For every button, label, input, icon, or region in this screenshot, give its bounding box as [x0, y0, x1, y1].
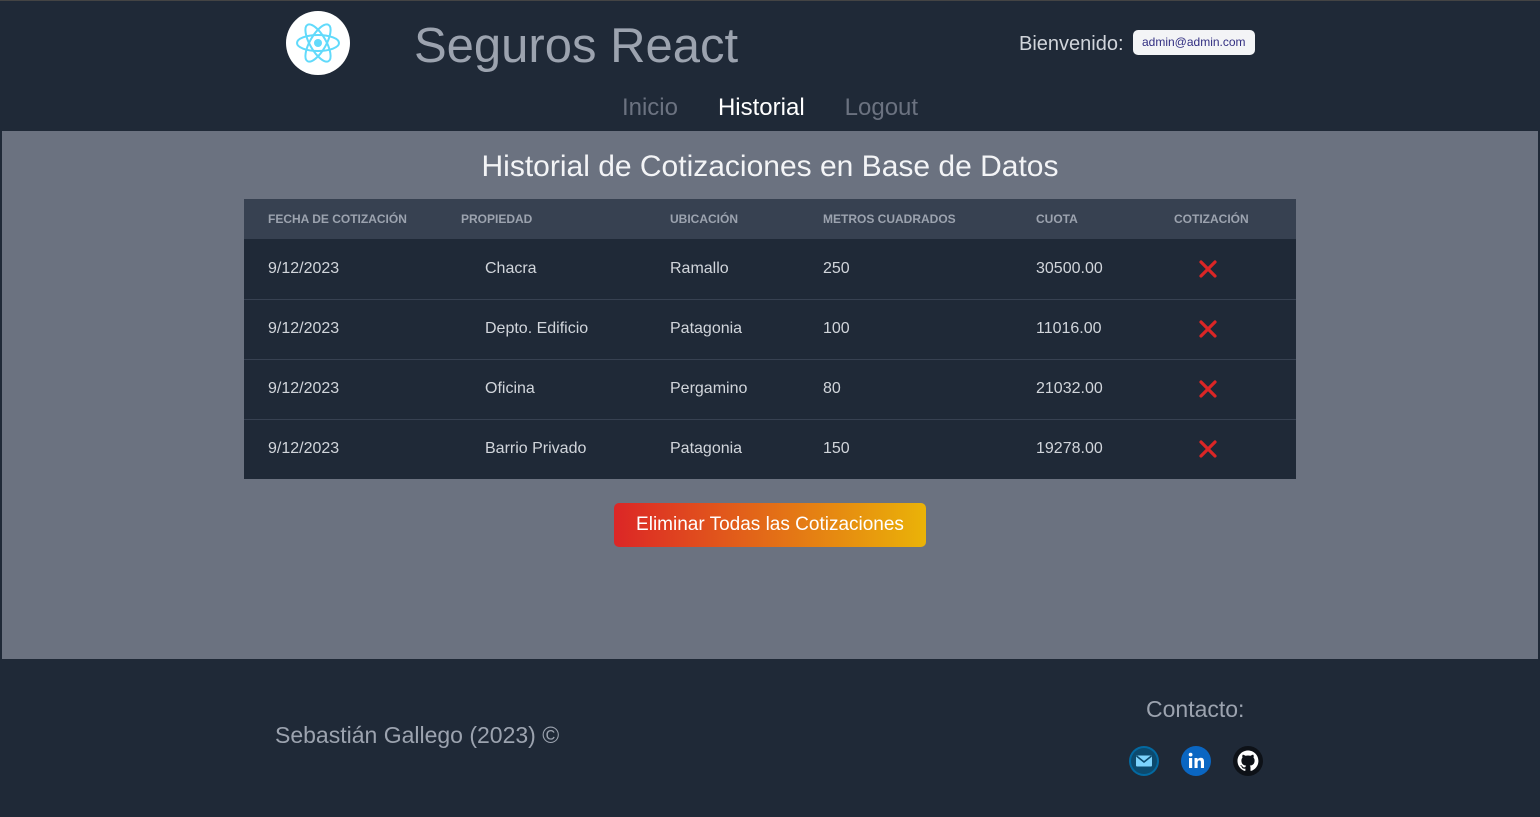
table-row: 9/12/2023 Oficina Pergamino 80 21032.00	[244, 359, 1296, 419]
column-header-ubicacion: Ubicación	[670, 212, 738, 226]
delete-x-icon[interactable]	[1198, 439, 1218, 459]
cell-metros: 100	[823, 320, 850, 337]
cell-propiedad: Barrio Privado	[461, 419, 670, 479]
cell-fecha: 9/12/2023	[268, 440, 340, 458]
quotes-table: Fecha de Cotización Propiedad Ubicación …	[244, 199, 1296, 479]
table-row: 9/12/2023 Depto. Edificio Patagonia 100 …	[244, 299, 1296, 359]
cell-metros: 80	[823, 380, 841, 397]
nav-historial[interactable]: Historial	[718, 92, 805, 124]
nav-inicio[interactable]: Inicio	[622, 92, 678, 124]
delete-x-icon[interactable]	[1198, 319, 1218, 339]
column-header-fecha: Fecha de Cotización	[268, 212, 407, 226]
react-logo-icon[interactable]	[286, 11, 350, 75]
main-content: Historial de Cotizaciones en Base de Dat…	[2, 131, 1538, 659]
delete-all-quotes-button[interactable]: Eliminar Todas las Cotizaciones	[614, 503, 926, 547]
table-body: 9/12/2023 Chacra Ramallo 250 30500.00 9/…	[244, 239, 1296, 479]
cell-ubicacion: Pergamino	[670, 380, 748, 397]
cell-propiedad-text: Barrio Privado	[485, 440, 587, 458]
cell-propiedad-text: Oficina	[485, 380, 535, 397]
cell-metros: 150	[823, 440, 850, 458]
cell-cuota: 11016.00	[1036, 320, 1102, 337]
cell-propiedad-text: Depto. Edificio	[485, 320, 589, 337]
table-row: 9/12/2023 Barrio Privado Patagonia 150 1…	[244, 419, 1296, 479]
app-frame: Seguros React Bienvenido: admin@admin.co…	[0, 0, 1540, 817]
cell-fecha: 9/12/2023	[268, 320, 340, 337]
github-icon[interactable]	[1232, 745, 1264, 777]
table-row: 9/12/2023 Chacra Ramallo 250 30500.00	[244, 239, 1296, 299]
cell-ubicacion: Patagonia	[670, 440, 743, 458]
cell-fecha: 9/12/2023	[268, 380, 340, 397]
nav-logout[interactable]: Logout	[845, 92, 918, 124]
email-icon[interactable]	[1128, 745, 1160, 777]
cell-propiedad-text: Chacra	[485, 259, 537, 277]
table-header-row: Fecha de Cotización Propiedad Ubicación …	[244, 199, 1296, 239]
table-header: Fecha de Cotización Propiedad Ubicación …	[244, 199, 1296, 239]
site-footer: Sebastián Gallego (2023) © Contacto:	[2, 659, 1538, 817]
cell-metros: 250	[823, 259, 850, 277]
cell-cuota: 30500.00	[1036, 259, 1103, 277]
linkedin-icon[interactable]	[1180, 745, 1212, 777]
cell-propiedad: Oficina	[461, 359, 670, 419]
column-header-cuota: Cuota	[1036, 212, 1078, 226]
cell-action	[1174, 299, 1296, 359]
cell-action	[1174, 419, 1296, 479]
user-email-badge: admin@admin.com	[1133, 30, 1255, 55]
column-header-metros: Metros Cuadrados	[823, 212, 956, 226]
cell-ubicacion: Ramallo	[670, 259, 729, 277]
main-nav: Inicio Historial Logout	[2, 92, 1538, 124]
app-title: Seguros React	[414, 19, 739, 73]
cell-propiedad: Chacra	[461, 239, 670, 299]
cell-action	[1174, 359, 1296, 419]
contact-title: Contacto:	[1146, 696, 1245, 722]
delete-x-icon[interactable]	[1198, 259, 1218, 279]
delete-x-icon[interactable]	[1198, 379, 1218, 399]
column-header-propiedad: Propiedad	[461, 212, 533, 226]
site-header: Seguros React Bienvenido: admin@admin.co…	[2, 2, 1538, 131]
column-header-cotizacion: Cotización	[1174, 212, 1249, 226]
footer-credit: Sebastián Gallego (2023) ©	[275, 722, 560, 748]
cell-propiedad: Depto. Edificio	[461, 299, 670, 359]
cell-cuota: 19278.00	[1036, 440, 1103, 458]
cell-cuota: 21032.00	[1036, 380, 1103, 397]
cell-fecha: 9/12/2023	[268, 259, 340, 277]
welcome-label: Bienvenido:	[1019, 33, 1124, 55]
cell-action	[1174, 239, 1296, 299]
cell-ubicacion: Patagonia	[670, 320, 743, 337]
page-title: Historial de Cotizaciones en Base de Dat…	[481, 150, 1059, 183]
